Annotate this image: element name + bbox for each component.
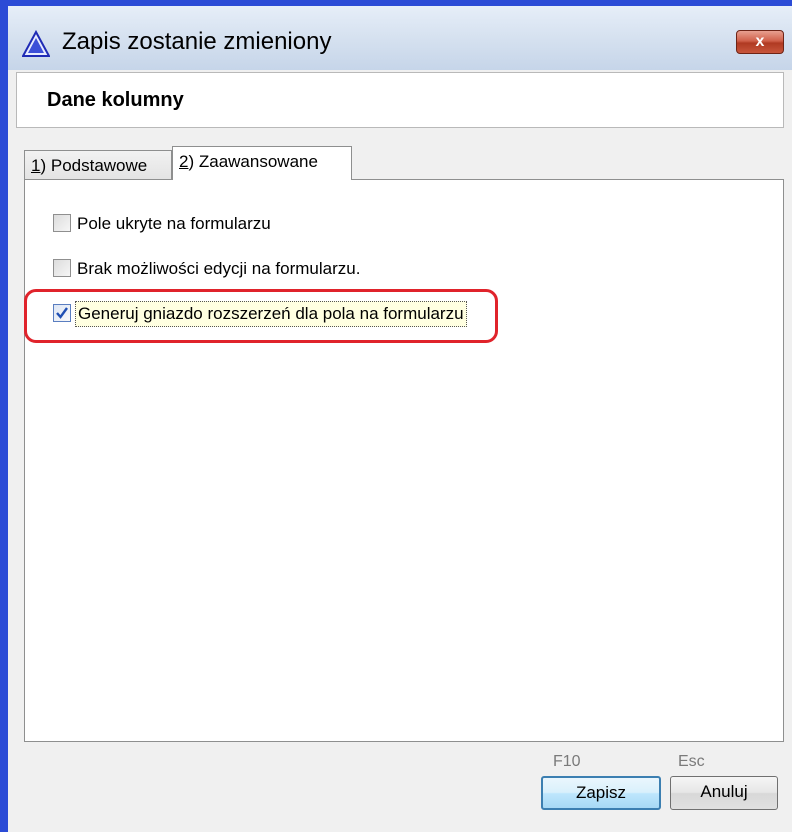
warning-triangle-icon (21, 29, 51, 58)
dialog-body: Dane kolumny 1) Podstawowe 2) Zaawansowa… (8, 70, 792, 832)
close-button[interactable]: x (736, 30, 784, 54)
tab-podstawowe[interactable]: 1) Podstawowe (24, 150, 172, 180)
option-label: Pole ukryte na formularzu (77, 214, 271, 233)
title-bar[interactable]: Zapis zostanie zmieniony x (8, 6, 792, 70)
window-title: Zapis zostanie zmieniony (62, 28, 332, 55)
page-title: Dane kolumny (47, 89, 184, 111)
header-panel: Dane kolumny (16, 72, 784, 128)
tab-zaawansowane[interactable]: 2) Zaawansowane (172, 146, 352, 180)
checkbox-hidden-field[interactable] (53, 214, 71, 232)
tab-label: ) Zaawansowane (188, 152, 318, 171)
checkbox-no-edit[interactable] (53, 259, 71, 277)
dialog-window: Zapis zostanie zmieniony x Dane kolumny … (0, 0, 792, 832)
highlight-annotation (24, 289, 498, 343)
cancel-shortcut-hint: Esc (678, 753, 705, 770)
save-button[interactable]: Zapisz (541, 776, 661, 810)
tab-label: ) Podstawowe (40, 156, 148, 175)
tab-panel-advanced: Pole ukryte na formularzu Brak możliwośc… (24, 179, 784, 742)
option-label: Brak możliwości edycji na formularzu. (77, 259, 361, 278)
cancel-button[interactable]: Anuluj (670, 776, 778, 810)
save-shortcut-hint: F10 (553, 753, 581, 770)
